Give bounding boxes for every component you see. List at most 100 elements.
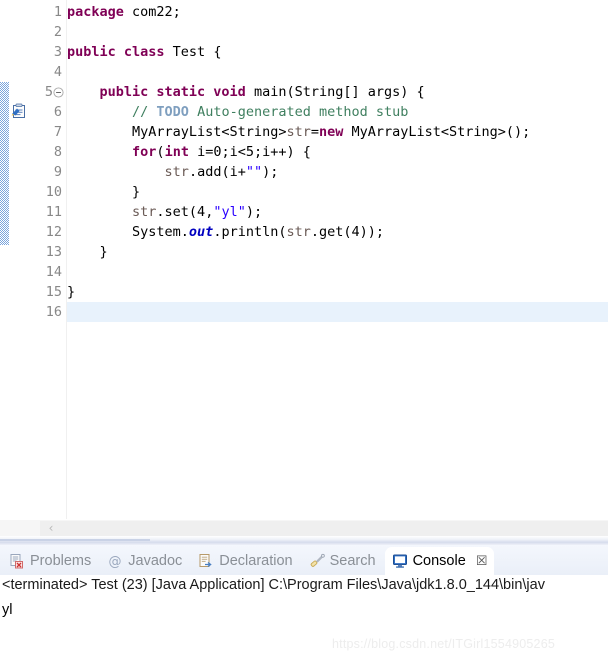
code-token-plain: .get(4)); — [310, 224, 385, 240]
code-line[interactable]: } — [67, 282, 608, 302]
line-number: 2 — [53, 24, 62, 40]
scroll-left-arrow-icon[interactable]: ‹ — [42, 520, 60, 537]
code-token-lvar: str — [132, 204, 157, 220]
code-token-plain: MyArrayList<String>(); — [343, 124, 531, 140]
line-number: 8 — [53, 144, 62, 160]
tab-declaration[interactable]: Declaration — [191, 547, 299, 575]
code-line[interactable]: package com22; — [67, 2, 608, 22]
line-number: 13 — [45, 244, 62, 260]
code-line[interactable]: for(int i=0;i<5;i++) { — [67, 142, 608, 162]
code-token-fld: out — [188, 224, 214, 240]
tab-label: Problems — [30, 553, 92, 569]
console-output-text: yl — [2, 602, 13, 618]
editor-panel-sash[interactable] — [0, 536, 608, 545]
code-token-plain: .println( — [213, 224, 287, 240]
code-line[interactable]: public static void main(String[] args) { — [67, 82, 608, 102]
tab-console[interactable]: Console ☒ — [384, 547, 495, 575]
sash-grip — [0, 539, 150, 541]
line-number: 16 — [45, 304, 62, 320]
code-token-todo: TODO — [156, 104, 189, 120]
line-number: 5 — [44, 84, 53, 100]
code-line[interactable]: System.out.println(str.get(4)); — [67, 222, 608, 242]
code-token-plain: com22; — [123, 4, 181, 20]
line-number: 15 — [45, 284, 62, 300]
code-token-plain: } — [67, 184, 141, 200]
line-number: 4 — [53, 64, 62, 80]
view-tab-bar: Problems @ Javadoc Declaration Search Console… — [0, 545, 608, 575]
code-token-lvar: str — [286, 224, 311, 240]
javadoc-at-icon: @ — [107, 553, 123, 570]
code-token-kw: for — [132, 144, 157, 160]
code-token-plain: = — [310, 124, 319, 140]
code-token-cmt: Auto-generated method stub — [188, 104, 409, 120]
code-token-plain: ( — [156, 144, 165, 160]
code-token-plain: ); — [245, 204, 263, 220]
tab-search[interactable]: Search — [302, 547, 383, 575]
editor-horizontal-scrollbar[interactable]: ‹ — [0, 519, 608, 537]
code-token-lvar: str — [286, 124, 311, 140]
code-token-lvar: str — [164, 164, 189, 180]
code-token-plain: } — [67, 284, 76, 300]
code-token-cmt: // — [132, 104, 157, 120]
code-text-area[interactable]: package com22; public class Test { public… — [67, 0, 608, 519]
code-token-str: "" — [245, 164, 263, 180]
svg-text:@: @ — [109, 555, 122, 570]
line-number: 7 — [53, 124, 62, 140]
search-icon — [309, 553, 325, 569]
code-token-plain: MyArrayList<String> — [67, 124, 287, 140]
code-token-kw: new — [318, 124, 344, 140]
tab-label: Declaration — [219, 553, 293, 569]
code-token-plain: ); — [262, 164, 279, 180]
console-process-header: <terminated> Test (23) [Java Application… — [2, 577, 545, 593]
code-line[interactable] — [67, 302, 608, 322]
tab-problems[interactable]: Problems — [2, 547, 98, 575]
collapse-minus-icon[interactable] — [53, 82, 64, 102]
line-number: 14 — [45, 264, 62, 280]
code-token-kw: int — [164, 144, 189, 160]
change-bar-strip — [0, 0, 9, 519]
code-token-kw: package — [67, 4, 124, 20]
code-token-plain: i=0;i<5;i++) { — [188, 144, 311, 160]
line-number: 10 — [45, 184, 62, 200]
console-view-body[interactable]: <terminated> Test (23) [Java Application… — [0, 575, 608, 667]
tab-label: Javadoc — [128, 553, 183, 569]
java-editor[interactable]: 1 2 3 4 5 6 7 8 9 10 11 12 13 14 15 16 package com22; pu… — [0, 0, 608, 519]
watermark-text: https://blog.csdn.net/ITGirl1554905265 — [332, 637, 556, 651]
todo-task-icon[interactable] — [11, 103, 27, 119]
line-number-ruler: 1 2 3 4 5 6 7 8 9 10 11 12 13 14 15 16 — [28, 0, 67, 519]
code-token-kw: public class — [67, 44, 165, 60]
code-line[interactable]: MyArrayList<String>str=new MyArrayList<S… — [67, 122, 608, 142]
marker-annotation-column[interactable] — [9, 0, 28, 519]
code-line[interactable]: } — [67, 242, 608, 262]
tab-label: Search — [329, 553, 376, 569]
console-icon — [392, 553, 408, 569]
change-bar-indicator — [0, 82, 9, 245]
tab-javadoc[interactable]: @ Javadoc — [100, 547, 189, 575]
code-token-plain: Test { — [164, 44, 222, 60]
code-token-plain: main(String[] args) { — [245, 84, 425, 100]
code-token-plain: .set(4, — [156, 204, 214, 220]
line-number: 12 — [45, 224, 62, 240]
code-token-kw: public static void — [99, 84, 246, 100]
code-line[interactable] — [67, 22, 608, 42]
code-line[interactable] — [67, 62, 608, 82]
declaration-icon — [198, 553, 214, 569]
line-number: 11 — [45, 204, 62, 220]
code-line[interactable]: // TODO Auto-generated method stub — [67, 102, 608, 122]
line-number: 3 — [53, 44, 62, 60]
line-number: 6 — [53, 104, 62, 120]
code-line[interactable]: } — [67, 182, 608, 202]
code-line[interactable]: str.set(4,"yl"); — [67, 202, 608, 222]
close-icon[interactable]: ☒ — [476, 554, 488, 569]
code-line[interactable]: public class Test { — [67, 42, 608, 62]
code-line[interactable] — [67, 262, 608, 282]
code-token-plain: System. — [67, 224, 189, 240]
code-line[interactable]: str.add(i+""); — [67, 162, 608, 182]
code-token-plain: } — [67, 244, 108, 260]
horizontal-scrollbar-track[interactable] — [40, 521, 608, 536]
line-number: 1 — [53, 4, 62, 20]
